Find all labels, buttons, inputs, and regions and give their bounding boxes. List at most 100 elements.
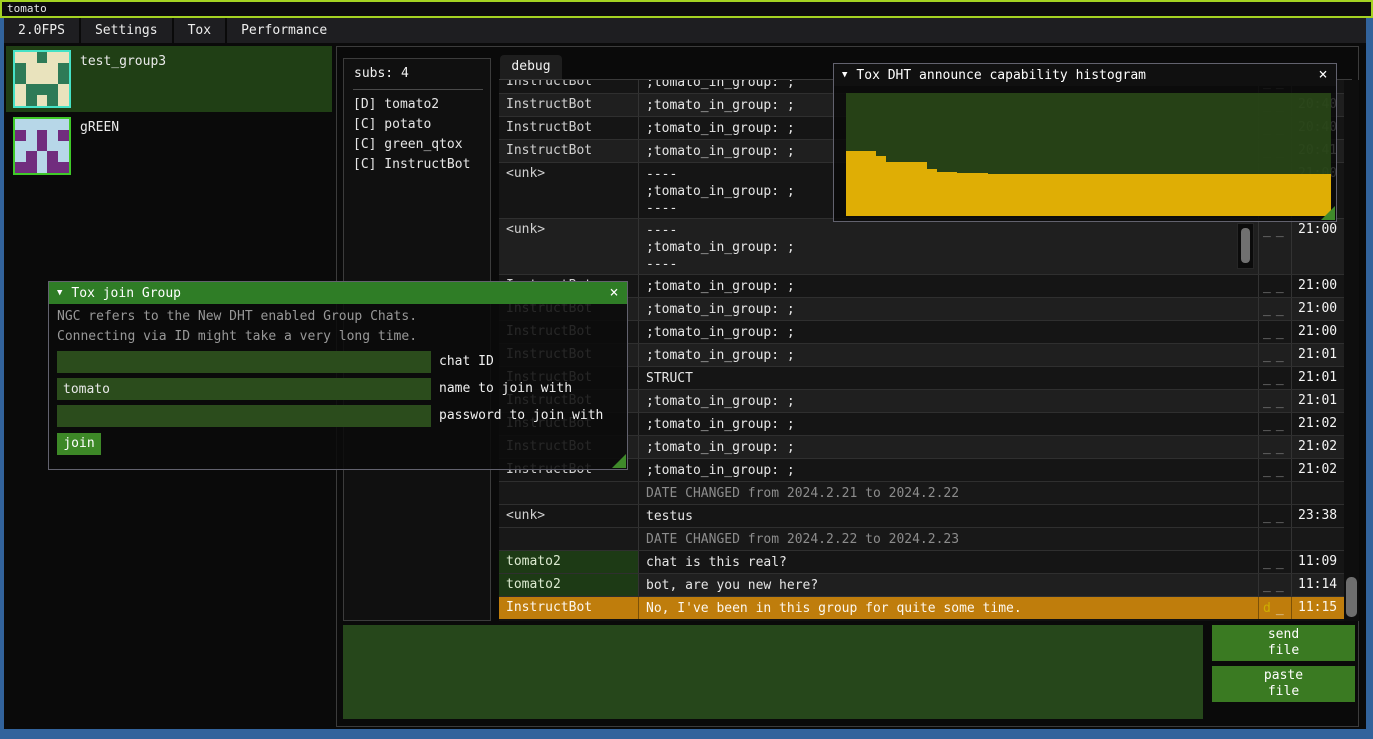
join-name-input[interactable] [57,378,431,400]
histogram-bar [886,162,896,216]
message-flags: __ [1259,413,1292,435]
histogram-bar [1028,174,1038,216]
avatar-pixel [15,141,26,152]
flag-pending: _ [1263,555,1271,570]
message-input[interactable] [343,625,1203,719]
message-text: ;tomato_in_group: ; [639,321,1259,343]
join-group-window-title: Tox join Group [71,286,181,301]
histogram-bar [1048,174,1058,216]
flag-pending: _ [1276,325,1284,340]
flag-pending: _ [1276,440,1284,455]
group-name-label: test_group3 [80,54,166,69]
message-row[interactable]: tomato2chat is this real?__11:09 [499,550,1344,573]
member-c-instructbot[interactable]: [C] InstructBot [353,155,486,175]
avatar-pixel [26,119,37,130]
message-row[interactable]: tomato2bot, are you new here?__11:14 [499,573,1344,596]
paste-file-button[interactable]: paste file [1212,666,1355,702]
avatar-pixel [47,130,58,141]
flag-pending: _ [1263,302,1271,317]
menu-item-performance[interactable]: Performance [227,18,341,43]
avatar-pixel [15,84,26,95]
message-author: <unk> [499,163,639,218]
avatar-pixel [26,95,37,106]
avatar-pixel [47,84,58,95]
message-cell-scrollbar-thumb[interactable] [1241,228,1250,263]
chat-scrollbar-track[interactable] [1344,80,1359,621]
dht-histogram-window: ▼ Tox DHT announce capability histogram … [833,63,1337,222]
histogram-bar [1129,174,1139,216]
tab-debug[interactable]: debug [500,55,562,79]
member-c-green-qtox[interactable]: [C] green_qtox [353,135,486,155]
histogram-bar [998,174,1008,216]
member-c-potato[interactable]: [C] potato [353,115,486,135]
histogram-bar [947,172,957,216]
message-timestamp: 11:15 [1292,597,1344,619]
group-item-test-group3[interactable]: test_group3 [6,46,332,112]
flag-pending: _ [1276,601,1284,616]
message-row[interactable]: <unk>---- ;tomato_in_group: ; ----__21:0… [499,218,1344,274]
message-flags: __ [1259,344,1292,366]
close-icon[interactable]: × [1314,65,1332,83]
group-item-green[interactable]: gREEN [6,114,332,174]
subs-count-label: subs: 4 [354,66,409,81]
message-timestamp: 21:00 [1292,275,1344,297]
message-row[interactable]: InstructBotNo, I've been in this group f… [499,596,1344,619]
join-group-window: ▼ Tox join Group × NGC refers to the New… [48,281,628,470]
join-button[interactable]: join [57,433,101,455]
histogram-bar [1058,174,1068,216]
menu-item-tox[interactable]: Tox [174,18,225,43]
histogram-bar [1139,174,1149,216]
flag-pending: _ [1276,555,1284,570]
date-separator-row: DATE CHANGED from 2024.2.21 to 2024.2.22 [499,481,1344,504]
avatar-pixel [47,63,58,74]
close-icon[interactable]: × [605,283,623,301]
avatar-pixel [58,151,69,162]
flag-d: d [1263,601,1271,616]
collapse-arrow-icon[interactable]: ▼ [57,288,62,298]
message-text: STRUCT [639,367,1259,389]
flag-pending: _ [1263,578,1271,593]
avatar-pixel [37,151,48,162]
menu-item-settings[interactable]: Settings [81,18,172,43]
chat-id-input[interactable] [57,351,431,373]
flag-pending: _ [1276,302,1284,317]
message-author: InstructBot [499,597,639,619]
histogram-bar [927,169,937,216]
message-flags: d_ [1259,597,1292,619]
member-d-tomato2[interactable]: [D] tomato2 [353,95,486,115]
message-flags: __ [1259,219,1292,274]
resize-grip[interactable] [612,454,626,468]
message-flags: __ [1259,367,1292,389]
message-timestamp: 21:02 [1292,436,1344,458]
message-timestamp: 21:01 [1292,390,1344,412]
chat-scrollbar-thumb[interactable] [1346,577,1357,617]
join-group-titlebar[interactable]: ▼ Tox join Group × [49,282,627,304]
message-row[interactable]: <unk>testus__23:38 [499,504,1344,527]
avatar-pixel [15,130,26,141]
histogram-bar [866,151,876,216]
avatar-pixel [15,74,26,85]
ngc-description-line1: NGC refers to the New DHT enabled Group … [57,309,417,324]
message-flags: __ [1259,574,1292,596]
avatar-pixel [58,84,69,95]
collapse-arrow-icon[interactable]: ▼ [842,70,847,80]
avatar-pixel [37,52,48,63]
dht-histogram-titlebar[interactable]: ▼ Tox DHT announce capability histogram … [834,64,1336,86]
message-flags: __ [1259,551,1292,573]
flag-pending: _ [1276,279,1284,294]
avatar-pixel [37,119,48,130]
window-border-bottom [0,729,1373,739]
message-text: ;tomato_in_group: ; [639,344,1259,366]
histogram-bar [1079,174,1089,216]
avatar-pixel [15,52,26,63]
message-author: tomato2 [499,574,639,596]
join-password-input[interactable] [57,405,431,427]
histogram-bar [1119,174,1129,216]
histogram-bar [1301,174,1311,216]
send-file-button[interactable]: send file [1212,625,1355,661]
os-titlebar[interactable]: tomato [0,0,1373,18]
resize-grip[interactable] [1321,206,1335,220]
flag-pending: _ [1263,509,1271,524]
menu-bar: 2.0FPSSettingsToxPerformance [4,18,1366,43]
avatar-pixel [58,95,69,106]
